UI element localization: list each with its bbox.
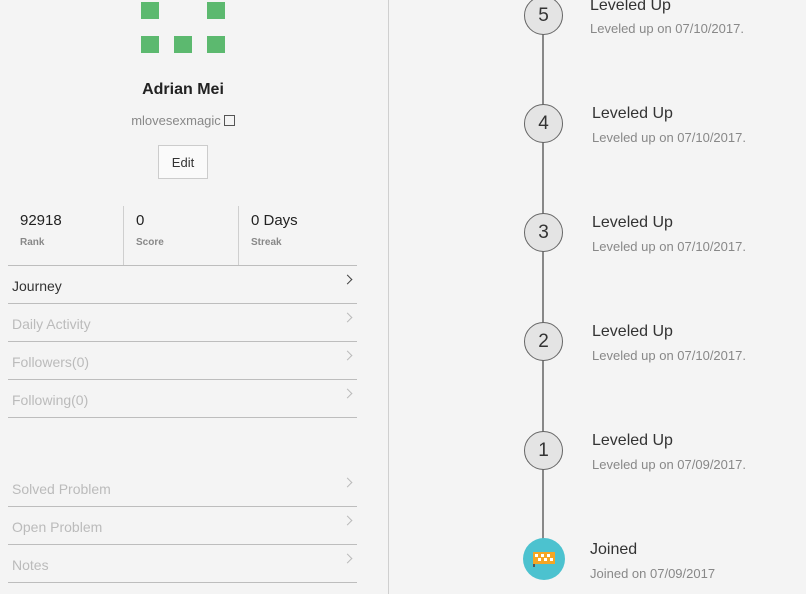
event-title: Joined: [590, 541, 638, 558]
stat-rank-value: 92918: [20, 212, 62, 229]
menu-item-label: Open Problem: [12, 519, 103, 535]
joined-badge: [523, 538, 565, 580]
stat-divider: [123, 206, 124, 265]
menu-item-label: Notes: [12, 557, 49, 573]
event-title: Leveled Up: [592, 105, 673, 122]
event-date: Leveled up on 07/10/2017.: [592, 348, 746, 363]
event-date: Leveled up on 07/09/2017.: [592, 457, 746, 472]
journey-timeline: 5 Leveled Up Leveled up on 07/10/2017. 4…: [389, 0, 806, 594]
stat-streak-label: Streak: [251, 237, 282, 248]
event-date: Leveled up on 07/10/2017.: [592, 130, 746, 145]
avatar: [141, 0, 225, 54]
stats-panel: 92918 Rank 0 Score 0 Days Streak: [8, 206, 357, 265]
menu-item-journey[interactable]: Journey: [8, 266, 357, 304]
level-badge: 1: [524, 431, 563, 470]
event-date: Leveled up on 07/10/2017.: [590, 21, 744, 36]
event-date: Leveled up on 07/10/2017.: [592, 239, 746, 254]
event-title: Leveled Up: [592, 323, 673, 340]
menu-item-daily-activity[interactable]: Daily Activity: [8, 304, 357, 342]
level-badge: 3: [524, 213, 563, 252]
menu-item-label: Daily Activity: [12, 316, 91, 332]
stat-score-label: Score: [136, 237, 164, 248]
level-badge: 4: [524, 104, 563, 143]
chevron-right-icon: [342, 350, 353, 361]
menu-item-following[interactable]: Following(0): [8, 380, 357, 418]
event-title: Leveled Up: [592, 214, 673, 231]
edit-profile-button[interactable]: Edit: [158, 145, 208, 179]
menu-item-followers[interactable]: Followers(0): [8, 342, 357, 380]
menu-item-notes[interactable]: Notes: [8, 545, 357, 583]
menu-item-label: Following(0): [12, 392, 89, 408]
chevron-right-icon: [342, 388, 353, 399]
profile-menu: Journey Daily Activity Followers(0) Foll…: [8, 265, 357, 418]
profile-handle-row: mlovesexmagic: [0, 113, 366, 128]
stat-score-value: 0: [136, 212, 145, 229]
event-title: Leveled Up: [590, 0, 671, 14]
profile-handle: mlovesexmagic: [131, 113, 221, 128]
event-date: Joined on 07/09/2017: [590, 566, 716, 581]
menu-item-solved-problem[interactable]: Solved Problem: [8, 469, 357, 507]
chevron-right-icon: [342, 274, 353, 285]
level-badge: 2: [524, 322, 563, 361]
timeline-line: [542, 0, 544, 560]
event-title: Leveled Up: [592, 432, 673, 449]
menu-item-label: Journey: [12, 278, 62, 294]
profile-sidebar: Adrian Mei mlovesexmagic Edit 92918 Rank…: [0, 0, 388, 594]
menu-item-open-problem[interactable]: Open Problem: [8, 507, 357, 545]
chevron-right-icon: [342, 477, 353, 488]
chevron-right-icon: [342, 515, 353, 526]
stat-rank: 92918 Rank: [20, 206, 120, 265]
problems-menu: Solved Problem Open Problem Notes: [8, 469, 357, 583]
chevron-right-icon: [342, 553, 353, 564]
stat-score: 0 Score: [136, 206, 236, 265]
level-badge: 5: [524, 0, 563, 35]
copy-icon[interactable]: [223, 115, 235, 126]
profile-name: Adrian Mei: [142, 81, 224, 98]
menu-item-label: Followers(0): [12, 354, 90, 370]
stat-divider: [238, 206, 239, 265]
menu-item-label: Solved Problem: [12, 481, 111, 497]
flag-icon: [533, 552, 555, 567]
stat-streak: 0 Days Streak: [251, 206, 351, 265]
chevron-right-icon: [342, 312, 353, 323]
stat-streak-value: 0 Days: [251, 212, 298, 229]
stat-rank-label: Rank: [20, 237, 45, 248]
